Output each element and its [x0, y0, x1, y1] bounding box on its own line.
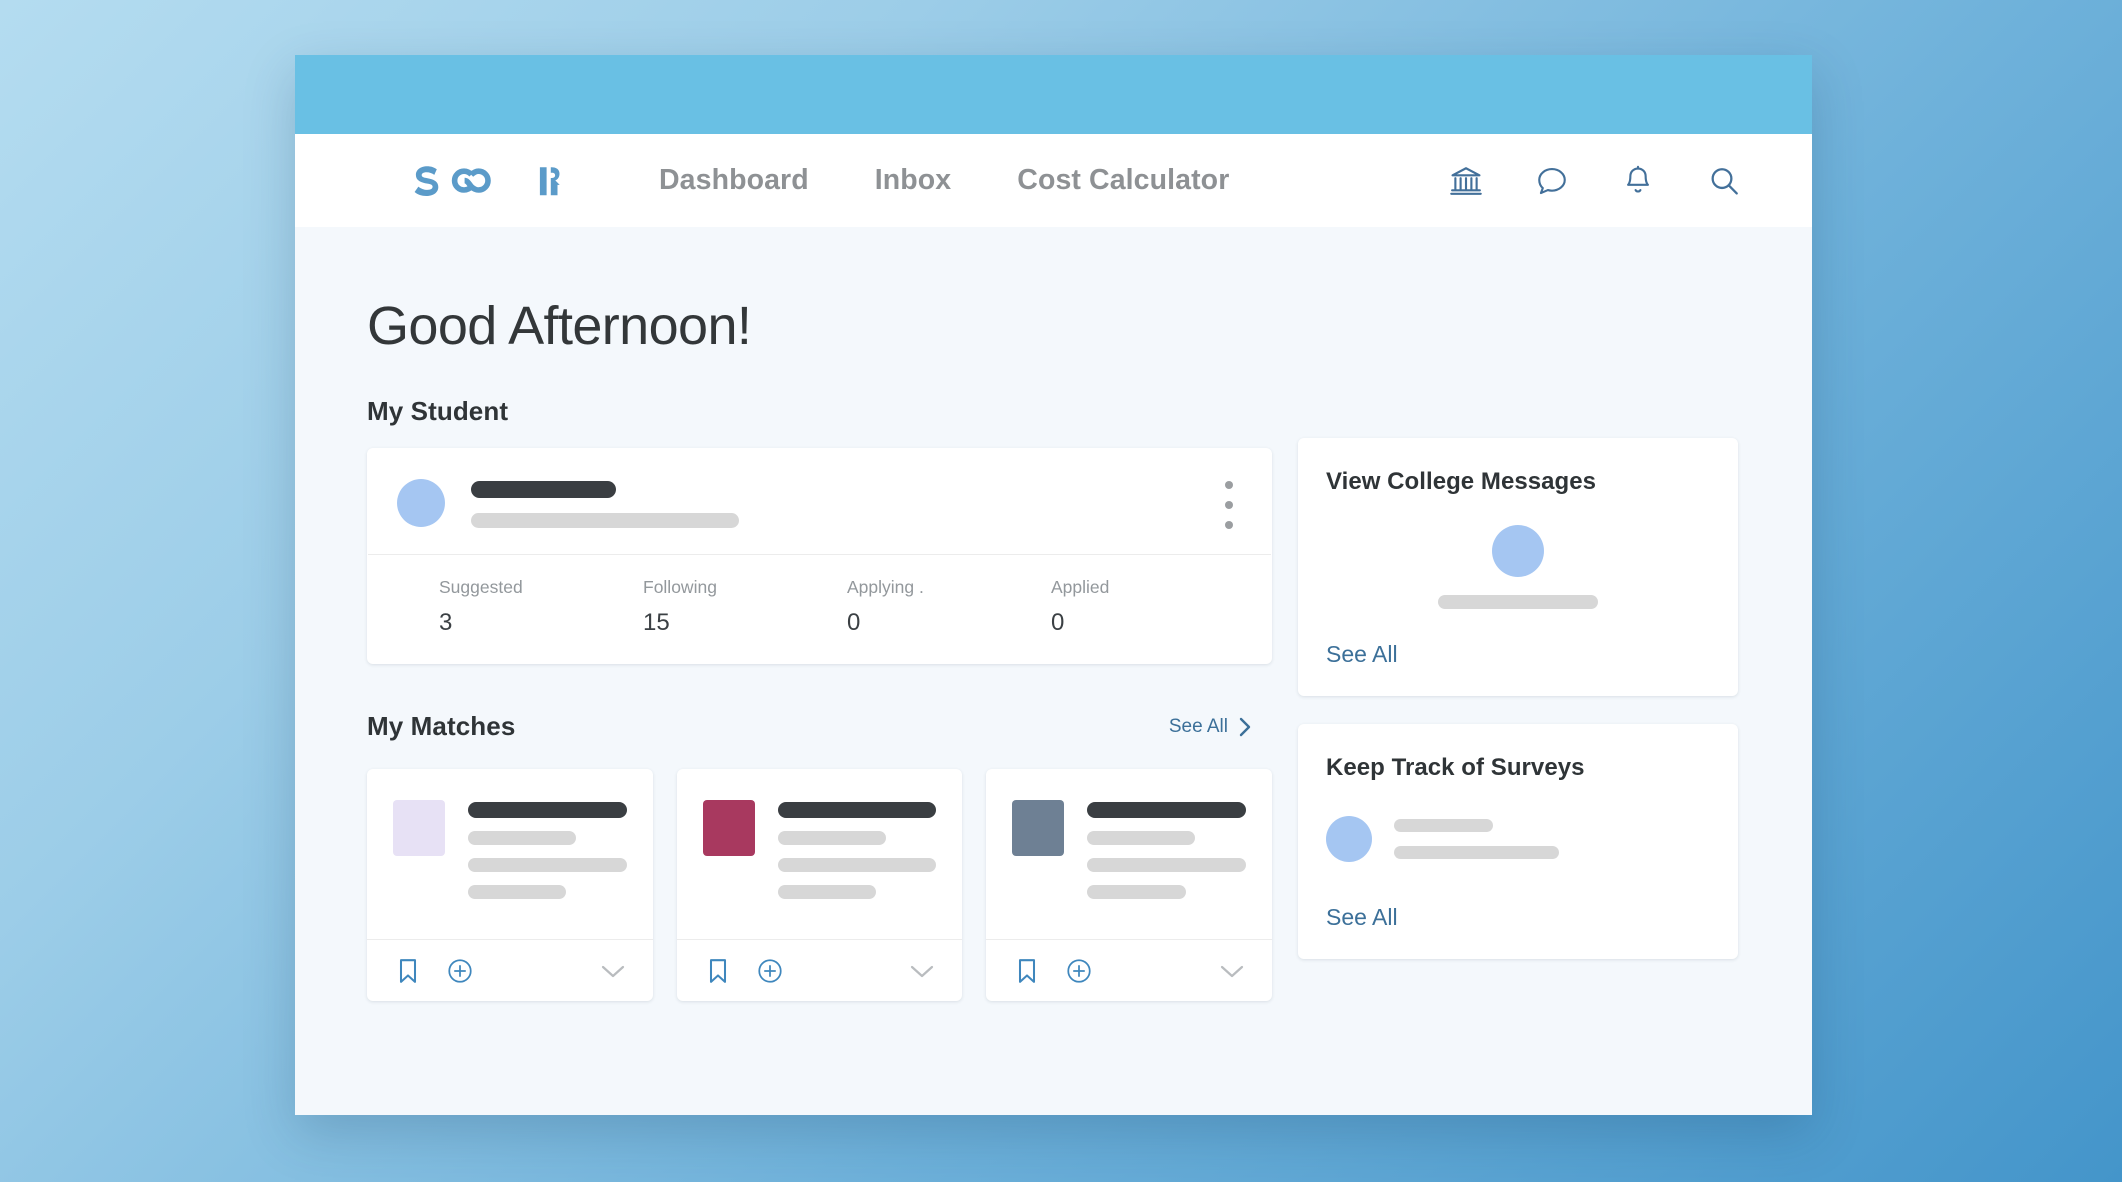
match-card-grid	[367, 769, 1273, 1001]
skeleton-bar	[777, 885, 877, 899]
chevron-down-icon[interactable]	[1218, 962, 1246, 980]
main-column: My Student Suggested 3 Following 15 Appl…	[367, 396, 1273, 1001]
surveys-placeholder-figure	[1326, 816, 1710, 862]
stat-label: Applied	[1051, 577, 1110, 597]
match-card[interactable]	[986, 769, 1273, 1001]
avatar	[397, 479, 445, 527]
skeleton-bar	[468, 858, 627, 872]
skeleton-bar	[1438, 594, 1598, 609]
browser-top-bar	[295, 55, 1812, 134]
match-card-footer	[367, 939, 653, 1001]
page-title: Good Afternoon!	[367, 296, 752, 356]
chat-bubble-icon[interactable]	[1530, 159, 1574, 203]
stat-value: 15	[643, 609, 670, 636]
skeleton-bar	[1394, 819, 1493, 832]
see-all-label: See All	[1168, 715, 1228, 737]
skeleton-bar	[471, 481, 616, 498]
match-text-placeholder	[1087, 797, 1247, 939]
skeleton-bar	[1087, 802, 1247, 818]
view-college-messages-card[interactable]: View College Messages See All	[1298, 438, 1738, 696]
skeleton-bar	[468, 885, 567, 899]
stat-label: Applying .	[847, 577, 924, 597]
skeleton-bar	[1087, 885, 1186, 899]
skeleton-bar	[468, 831, 576, 845]
primary-nav-links: Dashboard Inbox Cost Calculator	[626, 164, 1262, 197]
plus-circle-icon[interactable]	[1064, 956, 1094, 986]
college-logo	[1012, 800, 1065, 856]
avatar	[1492, 524, 1544, 577]
top-navigation-bar: Dashboard Inbox Cost Calculator	[295, 134, 1812, 227]
bookmark-icon[interactable]	[1012, 956, 1042, 986]
card-title: Keep Track of Surveys	[1326, 754, 1585, 781]
search-icon[interactable]	[1702, 159, 1746, 203]
skeleton-bar	[777, 831, 886, 845]
bank-icon[interactable]	[1444, 159, 1488, 203]
scoir-logo[interactable]	[412, 158, 560, 204]
dashboard-page: Good Afternoon! My Student Suggested 3 F…	[295, 227, 1812, 1115]
matches-see-all-button[interactable]: See All	[1169, 715, 1272, 739]
app-window: Dashboard Inbox Cost Calculator Good Aft…	[295, 55, 1812, 1115]
messages-placeholder-figure	[1326, 496, 1710, 641]
messages-see-all-link[interactable]: See All	[1326, 641, 1710, 668]
my-matches-header: My Matches See All	[367, 711, 1272, 742]
plus-circle-icon[interactable]	[445, 956, 475, 986]
my-matches-heading: My Matches	[367, 711, 516, 741]
stat-suggested: Suggested 3	[367, 577, 571, 637]
chevron-right-icon	[1237, 715, 1254, 739]
my-student-heading: My Student	[367, 396, 509, 426]
nav-link-inbox[interactable]: Inbox	[842, 164, 985, 197]
match-card-footer	[676, 939, 963, 1001]
match-card[interactable]	[367, 769, 653, 1001]
student-name-placeholder	[471, 481, 1242, 528]
match-card-body	[367, 769, 653, 939]
stat-value: 0	[1051, 609, 1065, 636]
match-card[interactable]	[676, 769, 963, 1001]
stat-label: Suggested	[439, 577, 523, 597]
student-stats: Suggested 3 Following 15 Applying . 0 Ap…	[367, 555, 1272, 664]
survey-text-placeholder	[1394, 819, 1559, 859]
college-logo	[702, 800, 755, 856]
match-card-body	[677, 769, 963, 939]
chevron-down-icon[interactable]	[908, 962, 936, 980]
sidebar-column: View College Messages See All Keep Track…	[1298, 396, 1738, 1001]
skeleton-bar	[468, 802, 627, 818]
skeleton-bar	[1394, 846, 1559, 859]
stat-applied: Applied 0	[979, 577, 1183, 637]
stat-label: Following	[643, 577, 717, 597]
chevron-down-icon[interactable]	[599, 962, 627, 980]
plus-circle-icon[interactable]	[755, 956, 785, 986]
nav-link-dashboard[interactable]: Dashboard	[626, 164, 842, 197]
skeleton-bar	[777, 858, 937, 872]
skeleton-bar	[1087, 858, 1247, 872]
stat-value: 0	[847, 609, 861, 636]
skeleton-bar	[777, 802, 937, 818]
bell-icon[interactable]	[1616, 159, 1660, 203]
bookmark-icon[interactable]	[393, 956, 423, 986]
surveys-see-all-link[interactable]: See All	[1326, 904, 1710, 931]
match-text-placeholder	[468, 797, 627, 939]
match-text-placeholder	[777, 797, 937, 939]
stat-following: Following 15	[571, 577, 775, 637]
avatar	[1326, 816, 1372, 862]
kebab-menu-icon[interactable]	[1218, 481, 1240, 529]
card-title: View College Messages	[1326, 468, 1597, 495]
skeleton-bar	[471, 513, 739, 528]
nav-link-cost-calculator[interactable]: Cost Calculator	[984, 164, 1262, 197]
nav-icon-group	[1444, 159, 1754, 203]
student-card-header	[367, 448, 1272, 554]
skeleton-bar	[1087, 831, 1196, 845]
bookmark-icon[interactable]	[703, 956, 733, 986]
dashboard-columns: My Student Suggested 3 Following 15 Appl…	[367, 396, 1740, 1001]
match-card-body	[986, 769, 1272, 939]
stat-applying: Applying . 0	[775, 577, 979, 637]
student-card[interactable]: Suggested 3 Following 15 Applying . 0 Ap…	[367, 448, 1272, 664]
college-logo	[393, 800, 445, 856]
keep-track-of-surveys-card[interactable]: Keep Track of Surveys See All	[1298, 724, 1738, 959]
stat-value: 3	[439, 609, 453, 636]
match-card-footer	[986, 939, 1273, 1001]
